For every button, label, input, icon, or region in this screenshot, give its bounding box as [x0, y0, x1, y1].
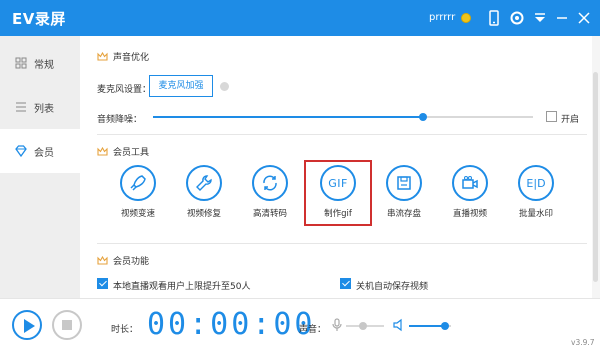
duration-label: 时长：: [111, 325, 139, 335]
speaker-icon[interactable]: [393, 318, 405, 332]
mic-label: 麦克风设置：: [97, 85, 152, 95]
sidebar-item-member[interactable]: 会员: [0, 129, 80, 173]
speaker-volume-slider[interactable]: [409, 322, 451, 330]
minimize-icon[interactable]: [552, 8, 572, 28]
bottom-bar: 时长： 00:00:00 声音：: [0, 298, 600, 354]
tool-video-speed[interactable]: 视频变速: [108, 165, 168, 219]
denoise-slider-handle[interactable]: [418, 113, 427, 121]
tool-label: 批量水印: [518, 209, 553, 219]
username[interactable]: prrrrr: [429, 12, 455, 23]
speaker-volume-handle[interactable]: [440, 322, 449, 330]
close-icon[interactable]: [574, 8, 594, 28]
app-title: EV录屏: [12, 10, 66, 28]
mic-icon[interactable]: [331, 318, 343, 332]
sidebar-item-general[interactable]: 常规: [0, 41, 80, 85]
phone-icon[interactable]: [484, 8, 504, 28]
mic-boost-button[interactable]: 麦克风加强: [149, 75, 213, 97]
mic-toggle[interactable]: [220, 82, 229, 91]
wrench-icon: [186, 165, 222, 201]
convert-icon: [252, 165, 288, 201]
sound-label: 声音：: [299, 325, 327, 335]
sidebar-item-list[interactable]: 列表: [0, 85, 80, 129]
coin-icon: [461, 13, 471, 23]
stop-record-button[interactable]: [52, 310, 82, 340]
gif-highlight-box: [304, 160, 372, 226]
live-viewer-limit-label: 本地直播观看用户上限提升至50人: [113, 282, 251, 292]
tool-hd-transcode[interactable]: 高清转码: [240, 165, 300, 219]
shutdown-autosave-checkbox[interactable]: [340, 278, 351, 289]
duration-timer: 00:00:00: [147, 307, 316, 342]
tool-batch-watermark[interactable]: E|D 批量水印: [506, 165, 566, 219]
sidebar-item-label: 会员: [34, 147, 54, 159]
version-label: v3.9.7: [571, 338, 595, 347]
denoise-slider-fill: [153, 116, 423, 118]
live-viewer-limit-checkbox[interactable]: [97, 278, 108, 289]
denoise-enable-checkbox[interactable]: [546, 111, 557, 122]
denoise-enable-label: 开启: [561, 115, 580, 125]
denoise-label: 音频降噪：: [97, 115, 143, 125]
mic-volume-slider[interactable]: [346, 322, 384, 330]
section-title-tools: 会员工具: [97, 145, 149, 158]
tool-label: 直播视频: [452, 209, 487, 219]
crown-icon: [97, 255, 108, 265]
tool-video-repair[interactable]: 视频修复: [174, 165, 234, 219]
start-record-button[interactable]: [12, 310, 42, 340]
scrollbar-thumb[interactable]: [593, 72, 598, 282]
section-title-sound: 声音优化: [97, 50, 149, 63]
section-title-text: 会员工具: [113, 148, 150, 158]
denoise-slider[interactable]: [153, 113, 533, 121]
speaker-volume-fill: [409, 325, 445, 327]
section-title-text: 会员功能: [113, 257, 150, 267]
watermark-icon: E|D: [518, 165, 554, 201]
section-title-features: 会员功能: [97, 254, 149, 267]
crown-icon: [97, 51, 108, 61]
tool-stream-save[interactable]: 串流存盘: [374, 165, 434, 219]
sidebar-item-label: 常规: [34, 59, 54, 71]
mic-volume-handle[interactable]: [359, 322, 368, 330]
rocket-icon: [120, 165, 156, 201]
tool-label: 视频变速: [120, 209, 155, 219]
sidebar-item-label: 列表: [34, 103, 54, 115]
watermark-icon-text: E|D: [526, 176, 546, 190]
dropdown-icon[interactable]: [530, 8, 550, 28]
divider: [97, 134, 587, 135]
list-icon: [15, 101, 27, 113]
tool-live-video[interactable]: 直播视频: [440, 165, 500, 219]
sidebar: 常规 列表 会员: [0, 36, 80, 298]
diamond-icon: [15, 145, 27, 158]
tool-label: 串流存盘: [386, 209, 421, 219]
save-icon: [386, 165, 422, 201]
grid-icon: [15, 57, 27, 69]
title-bar: EV录屏 prrrrr: [0, 0, 600, 36]
main-panel: 声音优化 麦克风设置： 麦克风加强 音频降噪： 开启 会员工具 视频变速 视频修…: [80, 36, 592, 298]
scrollbar[interactable]: [592, 36, 600, 298]
tool-label: 高清转码: [252, 209, 287, 219]
crown-icon: [97, 146, 108, 156]
tool-label: 视频修复: [186, 209, 221, 219]
camera-icon: [452, 165, 488, 201]
section-title-text: 声音优化: [113, 53, 150, 63]
shutdown-autosave-label: 关机自动保存视频: [356, 282, 429, 292]
settings-icon[interactable]: [507, 8, 527, 28]
divider: [97, 243, 587, 244]
